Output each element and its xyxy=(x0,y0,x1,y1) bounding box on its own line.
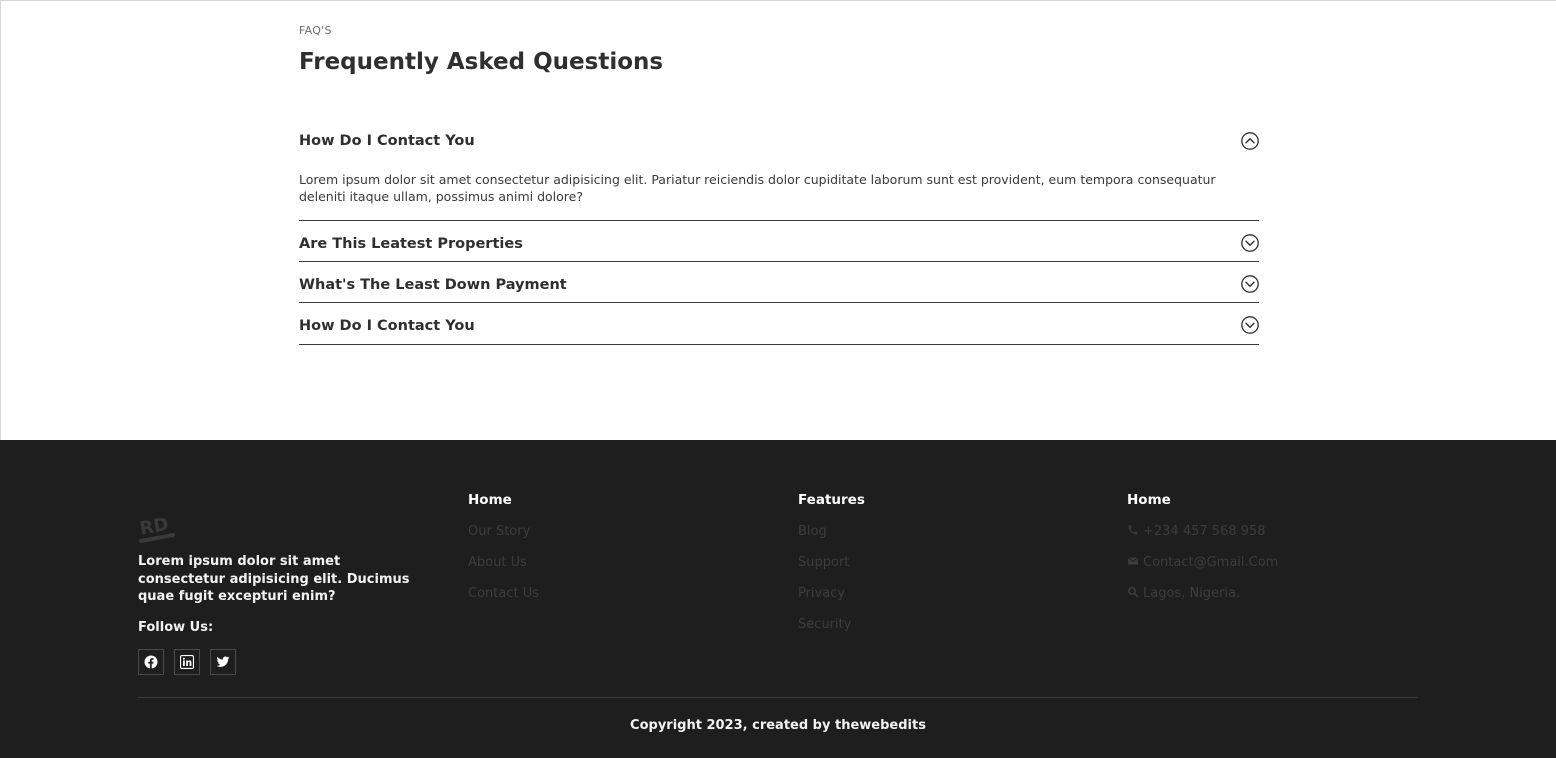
faq-item[interactable]: Are This Leatest Properties xyxy=(299,221,1259,262)
faq-title: Frequently Asked Questions xyxy=(299,49,664,75)
contact-phone-text: +234 457 568 958 xyxy=(1143,524,1266,539)
chevron-down-circle-icon[interactable] xyxy=(1241,234,1259,252)
column-title: Home xyxy=(1127,492,1171,508)
footer-column-home: Home Our Story About Us Contact Us xyxy=(468,492,539,615)
search-icon xyxy=(1127,586,1139,602)
footer-column-contact: Home +234 457 568 958 Contact@Gmail.Com … xyxy=(1127,492,1278,615)
footer-description: Lorem ipsum dolor sit amet consectetur a… xyxy=(138,554,410,604)
faq-question[interactable]: What's The Least Down Payment xyxy=(299,277,567,293)
contact-location[interactable]: Lagos, Nigeria. xyxy=(1127,584,1278,603)
envelope-icon xyxy=(1127,555,1139,571)
footer-link-support[interactable]: Support xyxy=(798,553,865,572)
chevron-up-circle-icon[interactable] xyxy=(1241,132,1259,150)
footer-link-privacy[interactable]: Privacy xyxy=(798,584,865,603)
faq-answer: Lorem ipsum dolor sit amet consectetur a… xyxy=(299,172,1216,204)
faq-item[interactable]: How Do I Contact You xyxy=(299,303,1259,345)
phone-icon xyxy=(1127,524,1139,540)
site-footer: RD Lorem ipsum dolor sit amet consectetu… xyxy=(0,440,1556,758)
contact-phone[interactable]: +234 457 568 958 xyxy=(1127,522,1278,541)
faq-item[interactable]: How Do I Contact You Lorem ipsum dolor s… xyxy=(299,118,1259,221)
footer-link-contact-us[interactable]: Contact Us xyxy=(468,584,539,603)
contact-location-text: Lagos, Nigeria. xyxy=(1143,586,1241,601)
column-title: Home xyxy=(468,492,512,508)
footer-link-about-us[interactable]: About Us xyxy=(468,553,539,572)
footer-link-blog[interactable]: Blog xyxy=(798,522,865,541)
faq-item[interactable]: What's The Least Down Payment xyxy=(299,262,1259,303)
twitter-icon[interactable] xyxy=(210,649,236,675)
faq-section: FAQ'S Frequently Asked Questions How Do … xyxy=(0,0,1556,440)
faq-question[interactable]: How Do I Contact You xyxy=(299,318,475,334)
footer-link-our-story[interactable]: Our Story xyxy=(468,522,539,541)
chevron-down-circle-icon[interactable] xyxy=(1241,316,1259,334)
follow-label: Follow Us: xyxy=(138,620,214,635)
chevron-down-circle-icon[interactable] xyxy=(1241,275,1259,293)
footer-column-features: Features Blog Support Privacy Security xyxy=(798,492,865,646)
contact-email-text: Contact@Gmail.Com xyxy=(1143,555,1279,570)
facebook-icon[interactable] xyxy=(138,649,164,675)
copyright: Copyright 2023, created by thewebedits xyxy=(630,718,926,733)
social-links xyxy=(138,649,236,675)
faq-question[interactable]: How Do I Contact You xyxy=(299,133,475,149)
faq-question[interactable]: Are This Leatest Properties xyxy=(299,236,523,252)
footer-divider xyxy=(138,697,1418,698)
column-title: Features xyxy=(798,492,865,508)
linkedin-icon[interactable] xyxy=(174,649,200,675)
logo[interactable]: RD xyxy=(138,510,178,546)
faq-eyebrow: FAQ'S xyxy=(299,24,332,37)
footer-link-security[interactable]: Security xyxy=(798,615,865,634)
contact-email[interactable]: Contact@Gmail.Com xyxy=(1127,553,1278,572)
